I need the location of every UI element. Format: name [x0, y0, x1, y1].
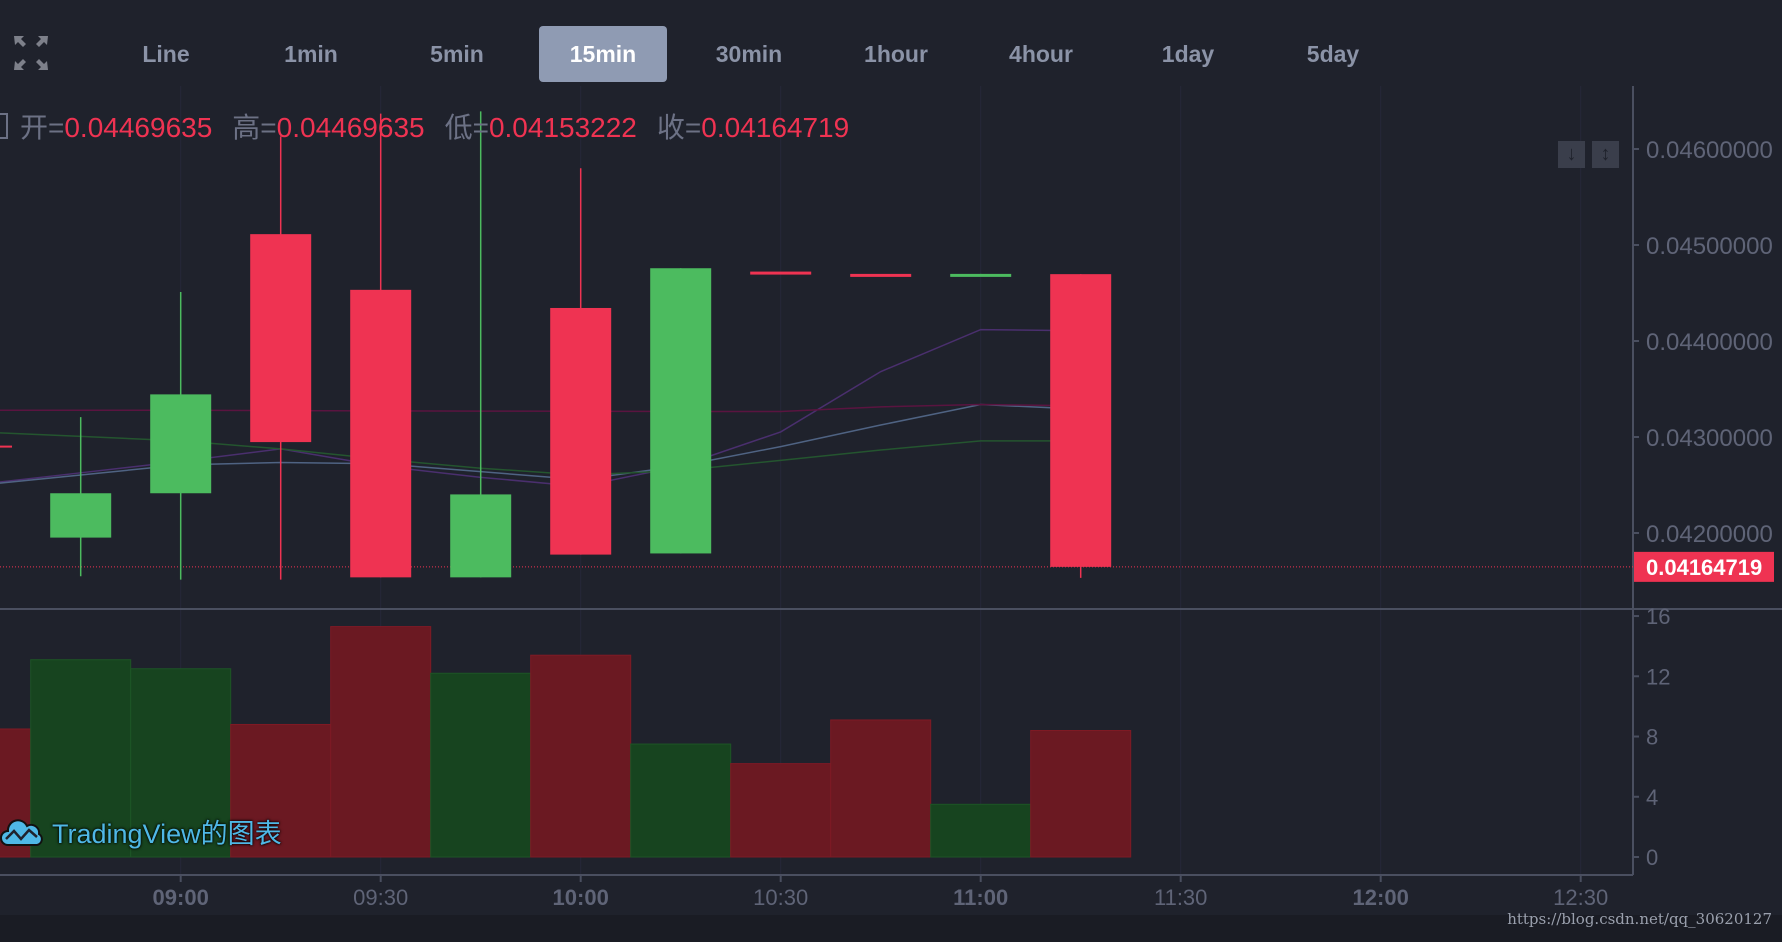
watermark-text: TradingView的图表: [52, 819, 282, 849]
auto-scale-icon[interactable]: ↕: [1592, 141, 1619, 168]
low-value: 0.04153222: [488, 112, 637, 143]
credit-text: https://blog.csdn.net/qq_30620127: [1507, 910, 1772, 928]
time-tick-label: 12:00: [1353, 885, 1409, 910]
candle: [350, 113, 412, 578]
candle: [450, 111, 512, 578]
timeframe-4hour[interactable]: 4hour: [977, 26, 1105, 82]
candle: [150, 292, 212, 580]
volume-bar: [530, 654, 632, 858]
price-tick-label: 0.04200000: [1646, 521, 1773, 548]
candle: [250, 136, 312, 580]
timeframe-30min[interactable]: 30min: [685, 26, 813, 82]
candle: [950, 273, 1012, 277]
open-value: 0.04469635: [64, 112, 213, 143]
toolbar: Line 1min 5min 15min 30min 1hour 4hour 1day 5day: [0, 0, 1782, 86]
close-value: 0.04164719: [701, 112, 850, 143]
volume-tick-label: 12: [1646, 664, 1670, 689]
legend-toggle-icon[interactable]: [0, 113, 8, 139]
candle-body: [450, 494, 512, 578]
candle: [50, 417, 112, 577]
candle: [850, 273, 912, 277]
low-label: 低=: [444, 112, 489, 143]
timeframe-5min[interactable]: 5min: [393, 26, 521, 82]
candle: [550, 168, 612, 555]
volume-tick-label: 4: [1646, 785, 1658, 810]
candle: [650, 268, 712, 554]
volume-bar: [430, 672, 532, 858]
candle-body: [250, 234, 312, 443]
candle-body: [750, 271, 812, 275]
price-tick-label: 0.04600000: [1646, 137, 1773, 164]
volume-bar: [730, 763, 832, 858]
timeframe-1day[interactable]: 1day: [1124, 26, 1252, 82]
volume-bar: [330, 626, 432, 858]
candle-body: [950, 273, 1012, 277]
volume-bar: [1030, 729, 1132, 858]
close-label: 收=: [656, 112, 702, 143]
volume-tick-label: 8: [1646, 725, 1658, 750]
volume-bar: [630, 743, 732, 858]
candle-body: [1050, 274, 1112, 567]
candle-body: [850, 273, 912, 277]
timeframe-1min[interactable]: 1min: [247, 26, 375, 82]
high-value: 0.04469635: [276, 112, 425, 143]
candle-body: [50, 493, 112, 538]
time-tick-label: 11:30: [1154, 885, 1207, 910]
price-tick-label: 0.04400000: [1646, 329, 1773, 356]
ohlc-legend: 开=0.04469635 高=0.04469635 低=0.04153222 收=0.…: [0, 106, 869, 146]
candle-body: [150, 394, 212, 494]
timeframe-5day[interactable]: 5day: [1269, 26, 1397, 82]
time-tick-label: 10:00: [553, 885, 609, 910]
volume-tick-label: 0: [1646, 845, 1658, 870]
candle-body: [650, 268, 712, 554]
last-price-label: 0.04164719: [1646, 555, 1762, 580]
volume-tick-label: 16: [1646, 604, 1670, 629]
high-label: 高=: [232, 112, 277, 143]
scroll-down-icon[interactable]: ↓: [1558, 141, 1585, 168]
price-tick-label: 0.04500000: [1646, 233, 1773, 260]
fullscreen-icon[interactable]: [12, 34, 50, 72]
volume-bar: [830, 719, 932, 858]
price-tick-label: 0.04300000: [1646, 425, 1773, 452]
time-tick-label: 10:30: [753, 885, 808, 910]
time-tick-label: 11:00: [953, 885, 1008, 910]
tradingview-cloud-icon: [0, 817, 44, 854]
candle: [1050, 274, 1112, 578]
timeframe-1hour[interactable]: 1hour: [832, 26, 960, 82]
volume-bar: [930, 803, 1032, 858]
candle-body: [350, 289, 412, 578]
timeframe-line[interactable]: Line: [102, 26, 230, 82]
time-tick-label: 09:00: [153, 885, 209, 910]
candle-body: [550, 307, 612, 555]
time-tick-label: 09:30: [353, 885, 408, 910]
open-label: 开=: [20, 112, 65, 143]
candle: [750, 271, 812, 275]
tradingview-watermark[interactable]: TradingView的图表: [0, 812, 282, 854]
time-tick-label: 12:30: [1553, 885, 1608, 910]
timeframe-15min[interactable]: 15min: [539, 26, 667, 82]
